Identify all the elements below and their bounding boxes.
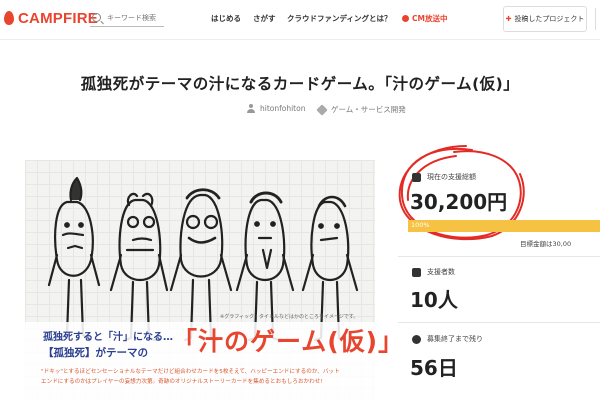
posted-projects-label: 投稿したプロジェクト	[514, 15, 585, 23]
money-icon	[412, 172, 421, 182]
raised-amount: 30,200円	[410, 190, 508, 214]
campfire-logo[interactable]: CAMPFIRE	[2, 9, 98, 27]
people-icon	[412, 267, 421, 277]
raised-label-row: 現在の支援総額	[412, 172, 476, 182]
funding-progress-bar	[408, 220, 600, 232]
user-icon	[247, 104, 255, 113]
post-icon: ✚	[505, 15, 512, 23]
remaining-label-row: 募集終了まで残り	[412, 334, 483, 344]
clock-icon	[412, 334, 421, 344]
backers-label: 支援者数	[427, 268, 455, 276]
tag-icon	[316, 103, 328, 116]
search-box[interactable]	[90, 9, 164, 27]
flame-icon	[2, 9, 16, 27]
menu-button[interactable]	[595, 8, 600, 30]
nav-cm[interactable]: CM放送中	[402, 13, 447, 24]
backers-count: 10人	[410, 288, 458, 312]
nav-cm-label: CM放送中	[412, 14, 448, 23]
banner-game-title: 「汁のゲーム(仮)」	[172, 327, 405, 356]
funding-progress-fill	[408, 220, 600, 232]
owner-name: hitonfohiton	[260, 104, 306, 113]
top-navigation-bar: CAMPFIRE はじめる さがす クラウドファンディングとは？ CM放送中 ✚…	[0, 0, 600, 40]
image-caption: ※グラフィック・タイトルなどはかのところをイメージです。	[220, 314, 359, 320]
logo-text: CAMPFIRE	[18, 9, 98, 27]
banner-line-1: 孤独死すると「汁」になる…	[43, 332, 173, 343]
remaining-label: 募集終了まで残り	[427, 335, 483, 343]
goal-amount: 目標金額は30,00	[520, 240, 572, 248]
banner-description-1: "ドキッ"とするほどセンセーショナルなテーマだけど組合わせカードを5枚そえて、ハ…	[41, 369, 340, 375]
backers-label-row: 支援者数	[412, 267, 455, 277]
project-owner[interactable]: hitonfohiton	[247, 104, 305, 113]
posted-projects-button[interactable]: ✚ 投稿したプロジェクト	[503, 6, 587, 32]
banner-line-2: 【孤独死】がテーマの	[43, 347, 148, 359]
banner-description-2: エンドにするのかはプレイヤーの妄想力次第。奇跡のオリジナルストーリーカードを集め…	[41, 379, 323, 385]
cm-dot-icon	[402, 15, 409, 22]
stats-divider-2	[398, 322, 600, 323]
search-icon	[92, 13, 101, 22]
project-title: 孤独死がテーマの汁になるカードゲーム。「汁のゲーム(仮)」	[80, 75, 520, 93]
nav-about-crowdfunding[interactable]: クラウドファンディングとは？	[287, 13, 391, 24]
stats-divider-1	[398, 256, 600, 257]
nav-explore[interactable]: さがす	[253, 13, 276, 24]
remaining-days: 56日	[410, 356, 458, 380]
nav-start[interactable]: はじめる	[211, 13, 241, 24]
search-input[interactable]	[107, 13, 163, 22]
progress-percent: 100%	[411, 221, 430, 229]
category-name: ゲーム・サービス開発	[331, 105, 406, 114]
project-category[interactable]: ゲーム・サービス開発	[316, 103, 406, 116]
raised-label: 現在の支援総額	[427, 173, 476, 181]
